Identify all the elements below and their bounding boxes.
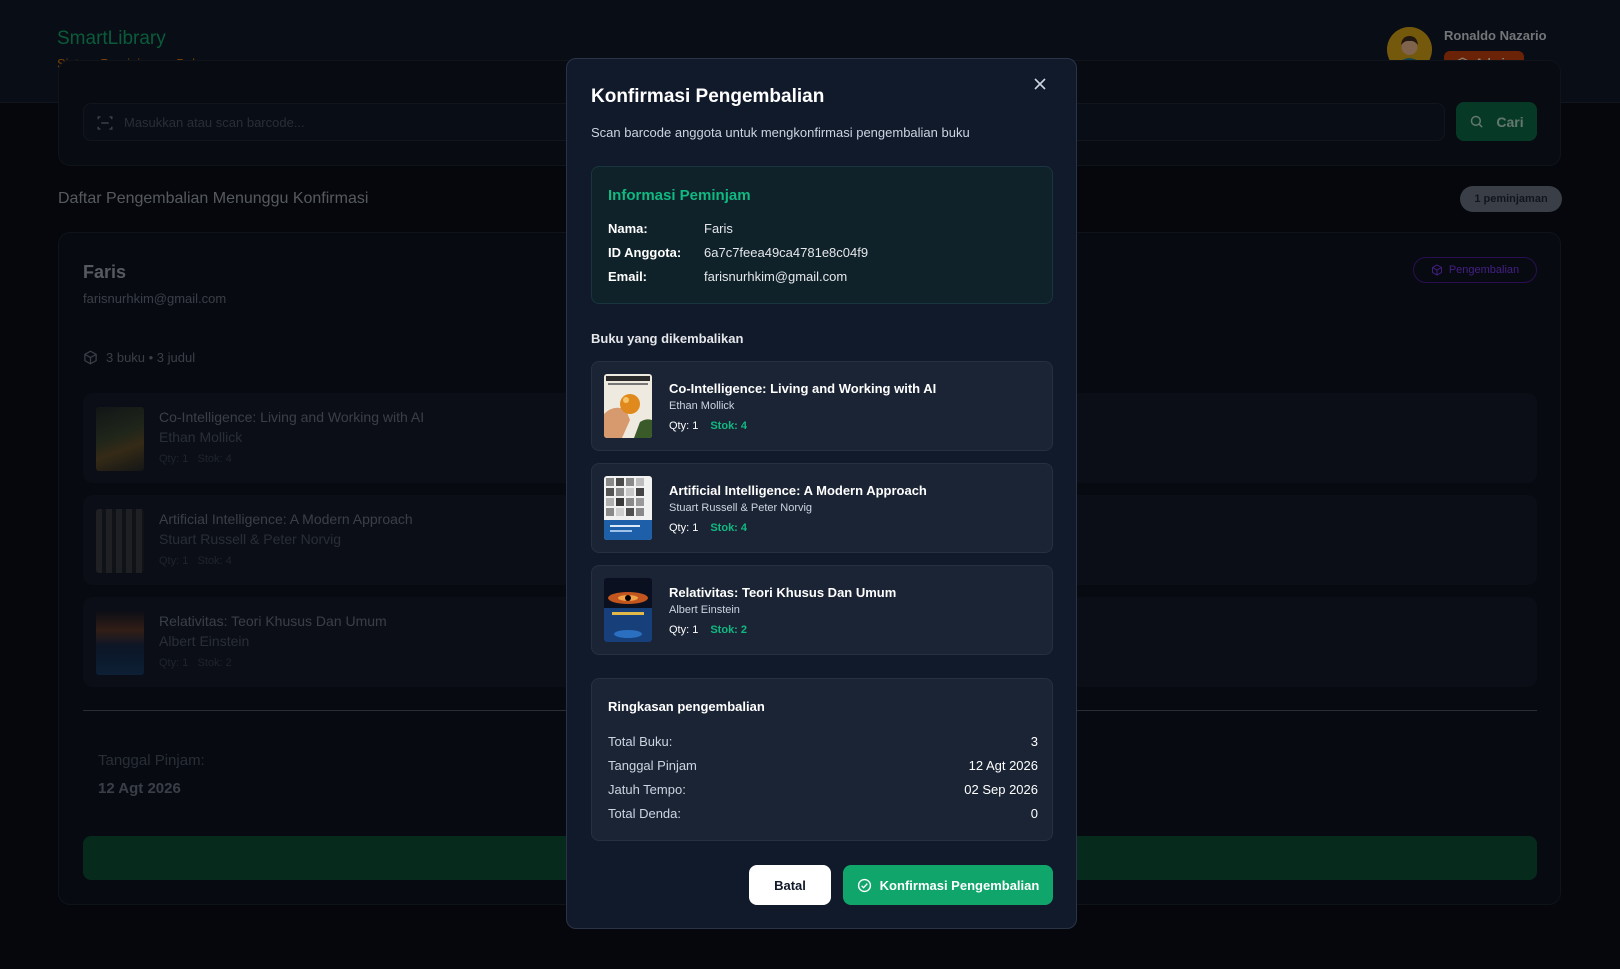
book-author: Albert Einstein: [669, 604, 740, 616]
return-confirmation-modal: Konfirmasi Pengembalian Scan barcode ang…: [566, 58, 1077, 929]
summary-label: Jatuh Tempo:: [608, 782, 686, 797]
info-row-name: Nama: Faris: [608, 221, 733, 236]
book-title: Relativitas: Teori Khusus Dan Umum: [669, 585, 897, 600]
summary-value: 3: [1030, 734, 1038, 749]
summary-title: Ringkasan pengembalian: [608, 699, 765, 714]
summary-label: Tanggal Pinjam: [608, 758, 697, 773]
info-value: farisnurhkim@gmail.com: [704, 269, 848, 284]
close-icon: [1034, 78, 1046, 90]
book-qty: Qty: 1: [669, 420, 699, 432]
info-label: Nama:: [608, 221, 648, 236]
book-qty: Qty: 1: [669, 624, 699, 636]
summary-row-borrow-date: Tanggal Pinjam 12 Agt 2026: [608, 758, 1038, 773]
book-cover: [604, 578, 652, 642]
info-value: Faris: [704, 221, 733, 236]
book-cover: [604, 374, 652, 438]
info-row-id: ID Anggota: 6a7c7feea49ca4781e8c04f9: [608, 245, 868, 260]
check-circle-icon: [857, 878, 871, 892]
book-qty-stock: Qty: 1 Stok: 2: [669, 624, 747, 636]
modal-subtitle: Scan barcode anggota untuk mengkonfirmas…: [591, 125, 970, 140]
borrower-info-box: Informasi Peminjam Nama: Faris ID Anggot…: [591, 166, 1053, 304]
book-author: Ethan Mollick: [669, 400, 735, 412]
book-qty-stock: Qty: 1 Stok: 4: [669, 522, 747, 534]
summary-label: Total Denda:: [608, 806, 681, 821]
summary-row-due-date: Jatuh Tempo: 02 Sep 2026: [608, 782, 1038, 797]
book-author: Stuart Russell & Peter Norvig: [669, 502, 813, 514]
list-item: Artificial Intelligence: A Modern Approa…: [591, 463, 1053, 553]
info-value: 6a7c7feea49ca4781e8c04f9: [704, 245, 869, 260]
confirm-label: Konfirmasi Pengembalian: [879, 877, 1040, 893]
summary-value: 12 Agt 2026: [968, 758, 1038, 773]
confirm-return-button[interactable]: Konfirmasi Pengembalian: [843, 865, 1053, 905]
return-summary-box: Ringkasan pengembalian Total Buku: 3 Tan…: [591, 678, 1053, 841]
info-title: Informasi Peminjam: [608, 187, 751, 204]
summary-row-fine: Total Denda: 0: [608, 806, 1038, 821]
book-qty-stock: Qty: 1 Stok: 4: [669, 420, 747, 432]
book-stock: Stok: 4: [710, 420, 748, 432]
book-title: Artificial Intelligence: A Modern Approa…: [669, 483, 927, 498]
summary-label: Total Buku:: [608, 734, 673, 749]
book-qty: Qty: 1: [669, 522, 699, 534]
book-stock: Stok: 2: [710, 624, 748, 636]
book-title: Co-Intelligence: Living and Working with…: [669, 381, 937, 396]
book-stock: Stok: 4: [710, 522, 748, 534]
info-label: ID Anggota:: [608, 245, 682, 260]
returned-books-label: Buku yang dikembalikan: [591, 331, 744, 346]
modal-title: Konfirmasi Pengembalian: [591, 86, 825, 107]
summary-value: 0: [1030, 806, 1038, 821]
book-cover: [604, 476, 652, 540]
summary-row-total-books: Total Buku: 3: [608, 734, 1038, 749]
close-button[interactable]: [1027, 71, 1053, 97]
list-item: Co-Intelligence: Living and Working with…: [591, 361, 1053, 451]
info-label: Email:: [608, 269, 648, 284]
summary-value: 02 Sep 2026: [964, 782, 1038, 797]
list-item: Relativitas: Teori Khusus Dan Umum Alber…: [591, 565, 1053, 655]
cancel-button[interactable]: Batal: [749, 865, 831, 905]
info-row-email: Email: farisnurhkim@gmail.com: [608, 269, 847, 284]
